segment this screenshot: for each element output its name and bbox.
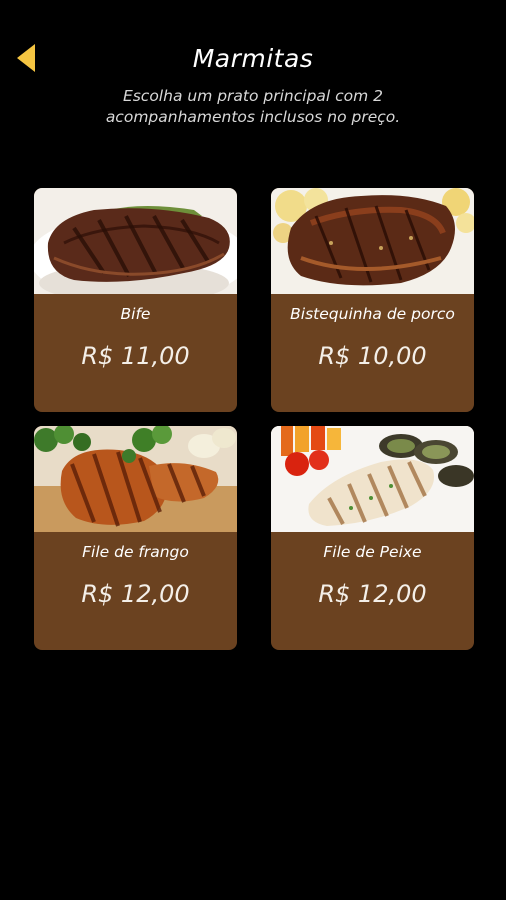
dish-price: R$ 12,00 [318,580,427,608]
dish-name: Bistequinha de porco [290,305,455,323]
dish-card-file-de-peixe[interactable]: File de Peixe R$ 12,00 [271,426,474,650]
page-subtitle: Escolha um prato principal com 2 acompan… [60,86,446,128]
dish-name: File de frango [82,543,189,561]
pork-chop-photo [271,188,474,294]
dish-name: Bife [120,305,151,323]
dish-price: R$ 10,00 [318,342,427,370]
dish-price: R$ 12,00 [81,580,190,608]
steak-photo [34,188,237,294]
subtitle-line-1: Escolha um prato principal com 2 [122,87,384,105]
dish-card-file-de-frango[interactable]: File de frango R$ 12,00 [34,426,237,650]
dish-card-bistequinha-de-porco[interactable]: Bistequinha de porco R$ 10,00 [271,188,474,412]
dish-card-bife[interactable]: Bife R$ 11,00 [34,188,237,412]
subtitle-line-2: acompanhamentos inclusos no preço. [105,108,401,126]
grilled-fish-photo [271,426,474,532]
page-title: Marmitas [192,44,314,73]
dish-price: R$ 11,00 [81,342,190,370]
dish-name: File de Peixe [323,543,422,561]
grilled-chicken-photo [34,426,237,532]
